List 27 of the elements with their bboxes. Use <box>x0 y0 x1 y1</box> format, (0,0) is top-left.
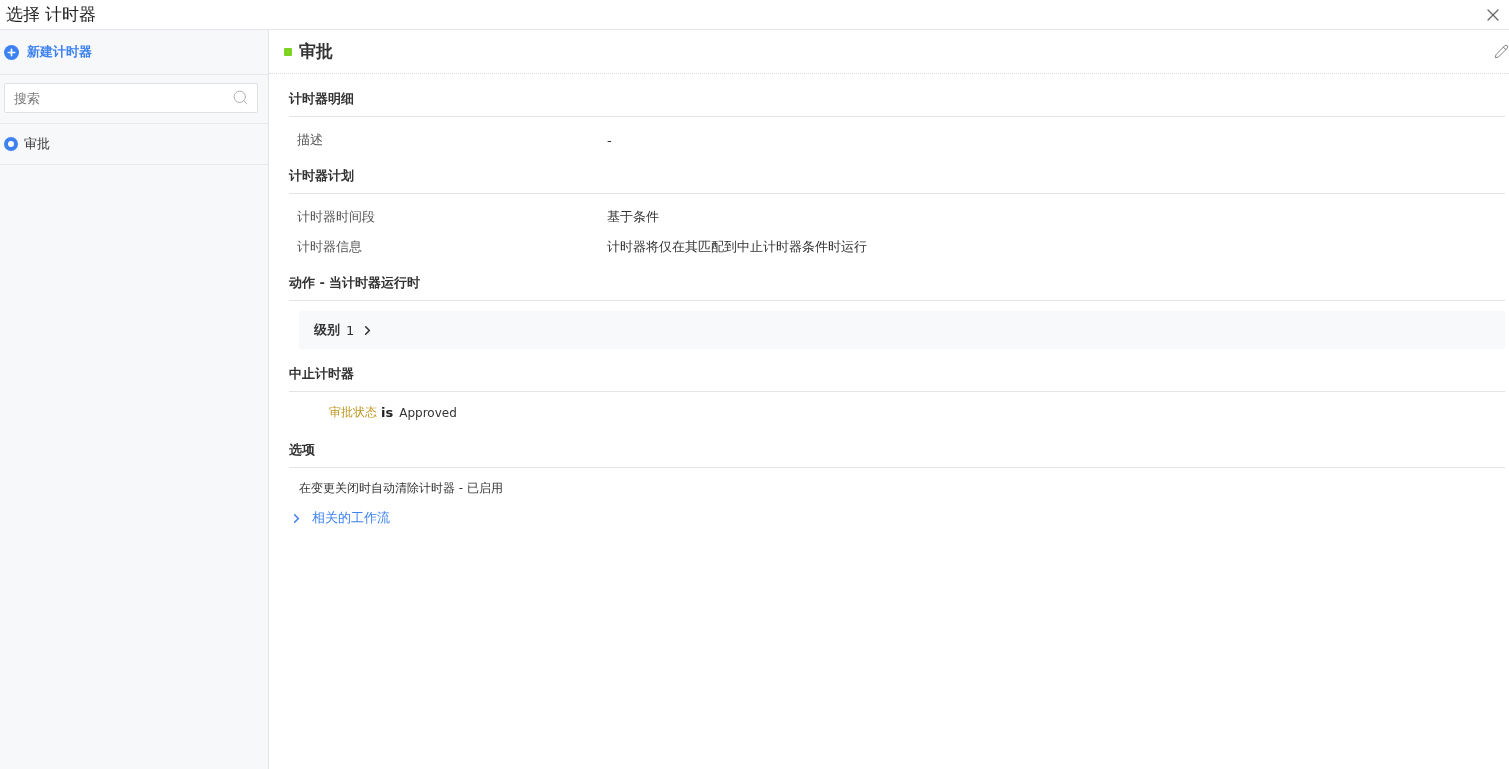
field-label: 计时器信息 <box>296 238 363 256</box>
section-heading: 动作 - 当计时器运行时 <box>289 264 1505 301</box>
section-heading: 计时器计划 <box>289 157 1505 194</box>
related-workflows-link[interactable]: 相关的工作流 <box>289 503 390 527</box>
section-heading: 中止计时器 <box>289 355 1505 392</box>
condition-value: Approved <box>399 405 457 420</box>
field-label: 描述 <box>296 131 324 149</box>
new-timer-button[interactable]: 新建计时器 <box>0 30 268 75</box>
section-heading: 计时器明细 <box>289 80 1505 117</box>
section-heading: 选项 <box>289 431 1505 468</box>
field-label: 计时器时间段 <box>296 208 376 226</box>
level-row[interactable]: 级别 1 <box>299 311 1505 349</box>
field-value: - <box>607 132 612 148</box>
search-icon <box>232 89 249 106</box>
option-text: 在变更关闭时自动清除计时器 - 已启用 <box>298 480 504 497</box>
edit-icon[interactable] <box>1494 44 1509 59</box>
timer-item[interactable]: 审批 <box>0 124 268 165</box>
window-title: 选择 计时器 <box>6 3 97 26</box>
status-square <box>284 47 292 56</box>
timer-label: 审批 <box>24 135 50 153</box>
condition-operator: is <box>381 405 394 420</box>
timer-title: 审批 <box>299 40 333 63</box>
field-value: 计时器将仅在其匹配到中止计时器条件时运行 <box>607 238 867 256</box>
search-field[interactable]: 搜索 <box>4 83 258 113</box>
field-value: 基于条件 <box>607 208 659 226</box>
condition-field: 审批状态 <box>329 404 377 421</box>
plus-icon <box>4 44 19 60</box>
